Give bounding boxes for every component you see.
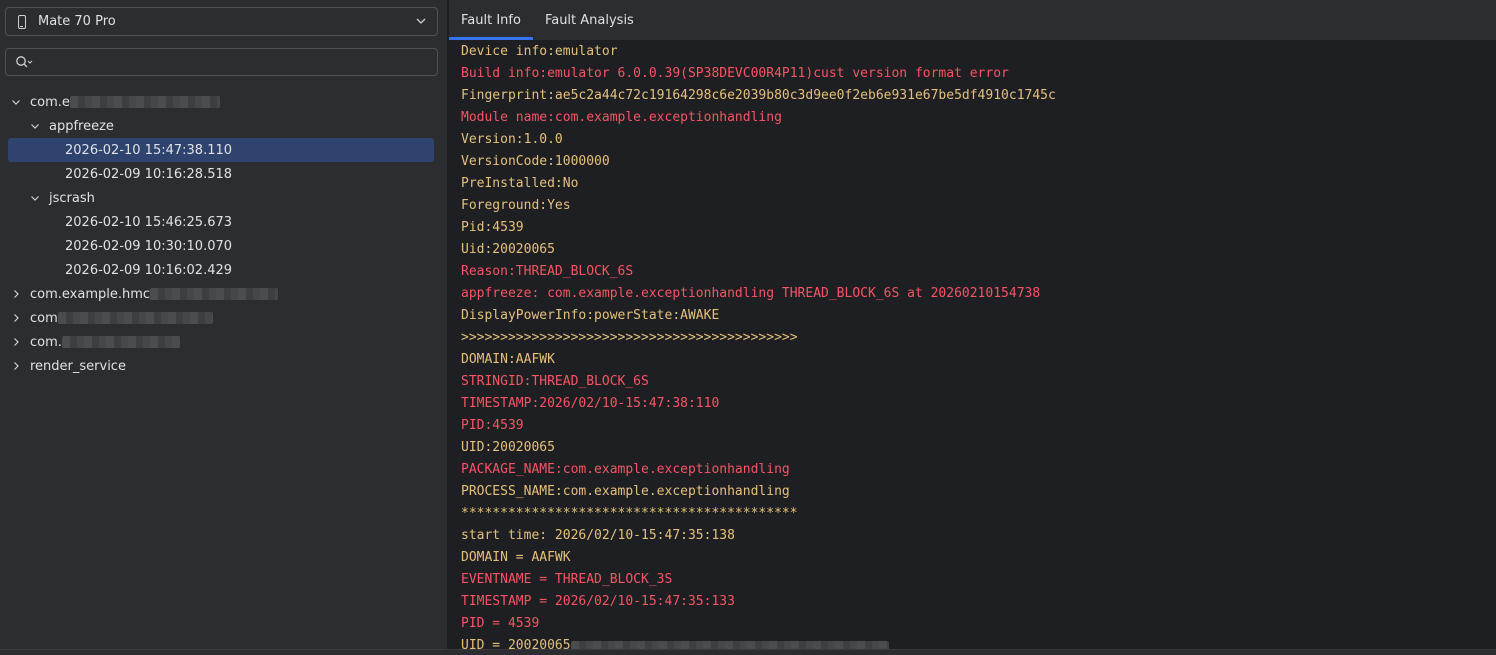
log-line: DOMAIN = AAFWK	[461, 550, 571, 565]
fault-type-node[interactable]: appfreeze	[0, 114, 448, 138]
log-line: EVENTNAME = THREAD_BLOCK_3S	[461, 572, 673, 587]
log-line: ****************************************…	[461, 506, 798, 521]
tree-item-label: com.	[30, 334, 62, 350]
chevron-down-icon[interactable]	[29, 192, 41, 204]
log-line: PID:4539	[461, 418, 524, 433]
chevron-down-icon[interactable]	[29, 120, 41, 132]
log-line: Foreground:Yes	[461, 198, 571, 213]
app-node[interactable]: com.	[0, 330, 448, 354]
tab-bar: Fault Info Fault Analysis	[449, 0, 1496, 40]
chevron-right-icon[interactable]	[10, 312, 22, 324]
tree-item-label: 2026-02-09 10:30:10.070	[65, 238, 233, 254]
fault-tree: com.e appfreeze 2026-02-10 15:47:38.110 202…	[0, 90, 448, 378]
bottom-scrollbar[interactable]	[0, 649, 1496, 655]
chevron-right-icon[interactable]	[10, 288, 22, 300]
search-box[interactable]	[5, 48, 438, 76]
log-line: DOMAIN:AAFWK	[461, 352, 555, 367]
tab-fault-analysis[interactable]: Fault Analysis	[533, 0, 646, 40]
search-icon	[16, 56, 33, 68]
fault-log: Device info:emulator Build info:emulator …	[461, 41, 1491, 655]
tree-item-label: com.e	[30, 94, 70, 110]
app-node[interactable]: com.e	[0, 90, 448, 114]
fault-list-panel: Mate 70 Pro com.e appfreeze 2026-02-10 15:…	[0, 0, 448, 655]
log-line: Uid:20020065	[461, 242, 555, 257]
device-name: Mate 70 Pro	[38, 14, 116, 29]
log-line: PID = 4539	[461, 616, 540, 631]
app-node[interactable]: com	[0, 306, 448, 330]
tree-item-label: 2026-02-09 10:16:28.518	[65, 166, 233, 182]
tree-item-label: jscrash	[49, 190, 95, 206]
app-node[interactable]: com.example.hmc	[0, 282, 448, 306]
tree-item-label: 2026-02-09 10:16:02.429	[65, 262, 233, 278]
log-line: start time: 2026/02/10-15:47:35:138	[461, 528, 735, 543]
tree-item-label: com	[30, 310, 58, 326]
tab-fault-info[interactable]: Fault Info	[449, 0, 533, 40]
fault-entry[interactable]: 2026-02-09 10:30:10.070	[0, 234, 448, 258]
search-input[interactable]	[38, 52, 428, 72]
fault-entry[interactable]: 2026-02-09 10:16:02.429	[0, 258, 448, 282]
tree-item-label: com.example.hmc	[30, 286, 151, 302]
log-line: Version:1.0.0	[461, 132, 563, 147]
fault-type-node[interactable]: jscrash	[0, 186, 448, 210]
log-line: TIMESTAMP:2026/02/10-15:47:38:110	[461, 396, 720, 411]
chevron-down-icon[interactable]	[10, 96, 22, 108]
log-line: Reason:THREAD_BLOCK_6S	[461, 264, 634, 279]
fault-entry[interactable]: 2026-02-09 10:16:28.518	[0, 162, 448, 186]
log-line: TIMESTAMP = 2026/02/10-15:47:35:133	[461, 594, 735, 609]
log-line: VersionCode:1000000	[461, 154, 610, 169]
redacted-text	[57, 312, 213, 324]
log-line: Build info:emulator 6.0.0.39(SP38DEVC00R…	[461, 66, 1009, 81]
device-selector[interactable]: Mate 70 Pro	[5, 7, 438, 36]
log-line: DisplayPowerInfo:powerState:AWAKE	[461, 308, 720, 323]
log-line: PreInstalled:No	[461, 176, 579, 191]
redacted-text	[150, 288, 279, 300]
app-node[interactable]: render_service	[0, 354, 448, 378]
chevron-down-icon	[416, 18, 426, 24]
redacted-text	[61, 336, 180, 348]
chevron-right-icon[interactable]	[10, 336, 22, 348]
phone-icon	[18, 14, 26, 29]
log-line: >>>>>>>>>>>>>>>>>>>>>>>>>>>>>>>>>>>>>>>>…	[461, 330, 798, 345]
log-line: Fingerprint:ae5c2a44c72c19164298c6e2039b…	[461, 88, 1056, 103]
tree-item-label: 2026-02-10 15:46:25.673	[65, 214, 233, 230]
fault-entry[interactable]: 2026-02-10 15:47:38.110	[8, 138, 434, 162]
log-line: Device info:emulator	[461, 44, 618, 59]
log-line: Module name:com.example.exceptionhandlin…	[461, 110, 782, 125]
tree-item-label: render_service	[30, 358, 126, 374]
tree-item-label: 2026-02-10 15:47:38.110	[65, 142, 233, 158]
log-line: appfreeze: com.example.exceptionhandling…	[461, 286, 1041, 301]
tree-item-label: appfreeze	[49, 118, 114, 134]
redacted-text	[69, 96, 220, 108]
chevron-right-icon[interactable]	[10, 360, 22, 372]
log-line: PROCESS_NAME:com.example.exceptionhandli…	[461, 484, 790, 499]
fault-entry[interactable]: 2026-02-10 15:46:25.673	[0, 210, 448, 234]
log-line: Pid:4539	[461, 220, 524, 235]
fault-detail-panel: Fault Info Fault Analysis Device info:em…	[449, 0, 1496, 655]
log-line: STRINGID:THREAD_BLOCK_6S	[461, 374, 649, 389]
log-line: UID:20020065	[461, 440, 555, 455]
log-line: PACKAGE_NAME:com.example.exceptionhandli…	[461, 462, 790, 477]
